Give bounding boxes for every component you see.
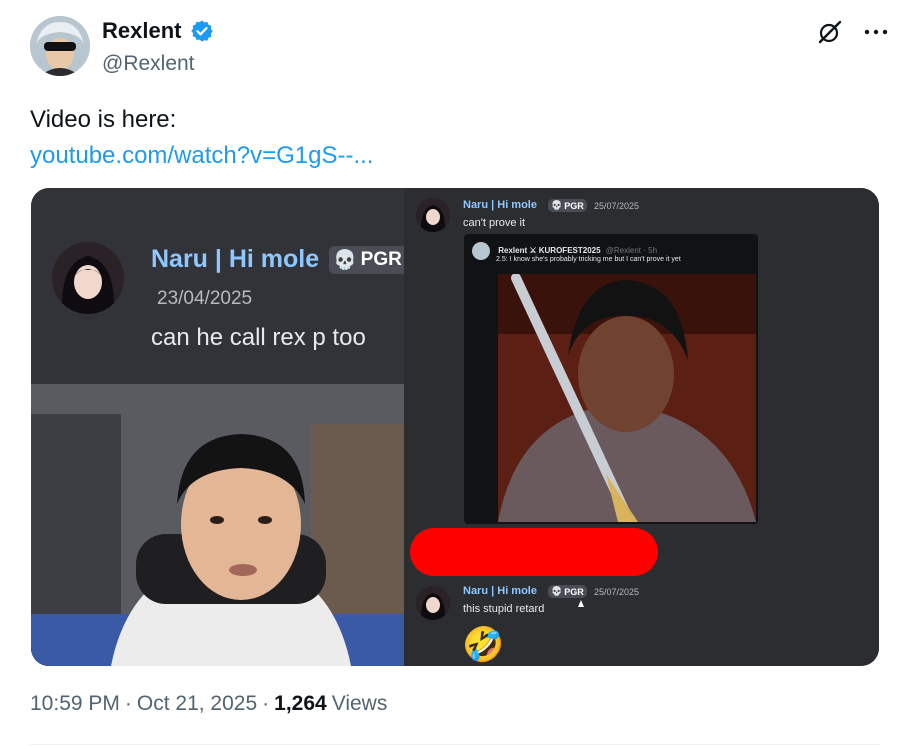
discord-message-text: this stupid retard xyxy=(463,603,545,615)
pgr-tag: 💀 PGR xyxy=(329,246,408,274)
embed-image[interactable] xyxy=(498,274,756,522)
views-count: 1,264 xyxy=(274,692,327,715)
tweet-link[interactable]: youtube.com/watch?v=G1gS--... xyxy=(30,138,374,174)
embed-text: 2.5: I know she's probably tricking me b… xyxy=(496,256,681,263)
views-label: Views xyxy=(331,692,388,715)
discord-avatar-small xyxy=(416,198,450,232)
anime-avatar-icon xyxy=(52,242,124,314)
discord-date: 25/07/2025 xyxy=(594,587,640,597)
embed-handle: @Rexlent · 5h xyxy=(605,246,658,256)
discord-username: Naru | Hi mole xyxy=(151,245,320,273)
discord-thread-right: Naru | Hi mole 💀 PGR 25/07/2025 can't pr… xyxy=(404,188,879,666)
tweet-header: Rexlent @Rexlent xyxy=(30,16,890,78)
discord-date: 23/04/2025 xyxy=(157,288,253,309)
pgr-tag: 💀 PGR xyxy=(548,585,587,598)
avatar-icon xyxy=(30,16,90,76)
anime-avatar-icon xyxy=(416,586,450,620)
divider xyxy=(30,744,880,745)
pgr-tag: 💀 PGR xyxy=(548,199,587,212)
laughing-emoji: 🤣 xyxy=(462,626,505,664)
grok-icon xyxy=(818,20,842,44)
discord-message-text: can't prove it xyxy=(463,217,526,229)
verified-badge-icon xyxy=(191,20,213,42)
embedded-tweet[interactable]: Rexlent ⚔ KUROFEST2025 @Rexlent · 5h 2.5… xyxy=(464,234,758,524)
discord-username: Naru | Hi mole xyxy=(463,585,537,597)
discord-avatar xyxy=(52,242,124,314)
embed-header: Rexlent ⚔ KUROFEST2025 @Rexlent · 5h 2.5… xyxy=(472,242,681,263)
grok-button[interactable] xyxy=(816,18,844,46)
webcam-frame xyxy=(31,384,404,666)
redacted-message xyxy=(410,528,658,576)
tweet-media[interactable]: Naru | Hi mole 💀 PGR 23/04/2025 can he c… xyxy=(31,188,879,666)
streamer-webcam-image xyxy=(31,384,404,666)
tweet-date[interactable]: Oct 21, 2025 xyxy=(137,692,257,716)
discord-avatar-small xyxy=(416,586,450,620)
tweet-meta: 10:59 PM · Oct 21, 2025 · 1,264 Views xyxy=(30,692,387,716)
anime-avatar-icon xyxy=(416,198,450,232)
discord-message-text: can he call rex p too xyxy=(151,324,366,351)
meta-separator: · xyxy=(262,692,270,715)
discord-message-left: Naru | Hi mole 💀 PGR 23/04/2025 can he c… xyxy=(31,188,408,384)
author-avatar[interactable] xyxy=(30,16,90,76)
meta-separator: · xyxy=(124,692,132,715)
skull-icon: 💀 xyxy=(551,586,563,596)
author-handle[interactable]: @Rexlent xyxy=(102,52,214,76)
embed-avatar xyxy=(472,242,490,260)
discord-date: 25/07/2025 xyxy=(594,201,640,211)
tweet-time[interactable]: 10:59 PM xyxy=(30,692,120,716)
more-icon xyxy=(864,29,888,35)
cursor-icon xyxy=(578,600,584,607)
tweet-text: Video is here: xyxy=(30,106,177,133)
discord-username: Naru | Hi mole xyxy=(463,199,537,211)
author-display-name[interactable]: Rexlent xyxy=(102,18,181,44)
sword-meme-image xyxy=(498,274,756,522)
embed-author: Rexlent ⚔ KUROFEST2025 xyxy=(498,246,601,256)
more-button[interactable] xyxy=(862,18,890,46)
skull-icon: 💀 xyxy=(333,250,357,271)
skull-icon: 💀 xyxy=(551,200,563,210)
